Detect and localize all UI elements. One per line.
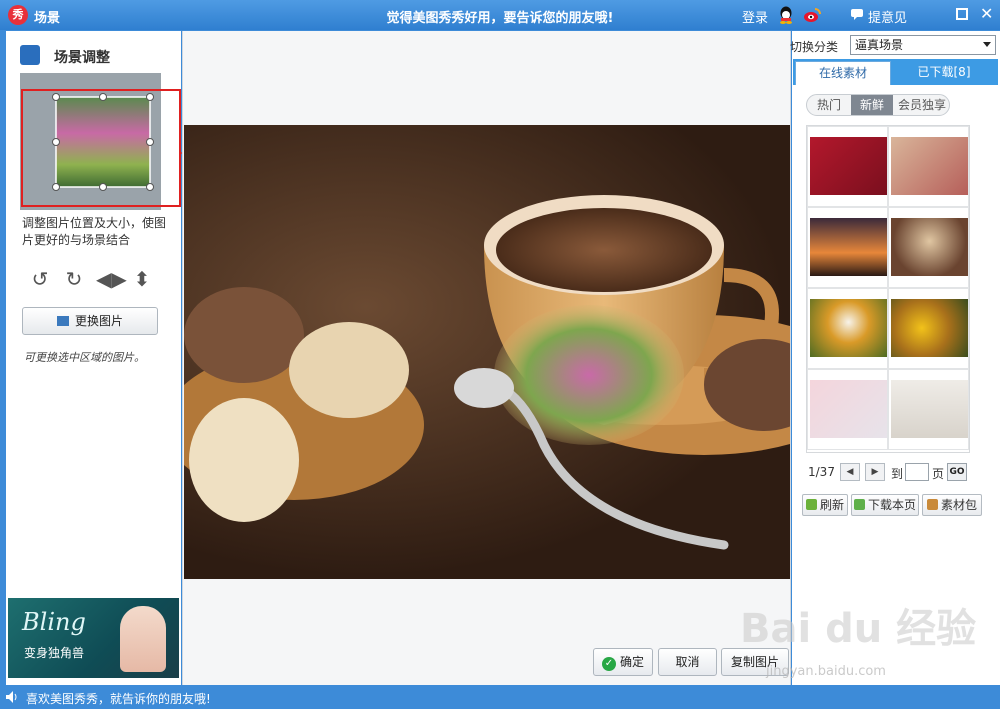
tab-online-materials[interactable]: 在线素材 bbox=[795, 61, 891, 85]
download-icon bbox=[853, 499, 865, 510]
image-icon bbox=[56, 316, 69, 326]
refresh-label: 刷新 bbox=[819, 498, 844, 512]
subtab-hot[interactable]: 热门 bbox=[807, 95, 851, 115]
feedback-link[interactable]: 提意见 bbox=[868, 7, 907, 26]
package-icon bbox=[926, 499, 938, 510]
material-pack-label: 素材包 bbox=[940, 498, 977, 512]
material-thumb[interactable] bbox=[807, 369, 888, 450]
download-page-label: 下载本页 bbox=[867, 498, 916, 512]
material-tabs: 在线素材 已下载[8] bbox=[793, 59, 998, 85]
status-bar: 喜欢美图秀秀，就告诉你的朋友哦! bbox=[0, 686, 1000, 709]
page-to-label: 到 bbox=[891, 467, 904, 481]
ad-title: Bling bbox=[22, 608, 86, 636]
qq-icon[interactable] bbox=[778, 6, 794, 24]
ok-label: 确定 bbox=[619, 655, 644, 669]
page-input[interactable] bbox=[905, 463, 929, 481]
watermark-brand: Bai du 经验 bbox=[740, 606, 977, 652]
title-bar: 秀 场景 觉得美图秀秀好用，要告诉您的朋友哦! 登录 提意见 ✕ bbox=[0, 0, 1000, 30]
sub-tabs: 热门 新鲜 会员独享 bbox=[806, 94, 950, 116]
change-photo-button[interactable]: 更换图片 bbox=[22, 307, 158, 335]
scene-adjust-panel: 场景调整 调整图片位置及大小，使图片更好的与场景结合 ↺ ↻ ◀▶ ⬍ 更换图片 bbox=[6, 31, 181, 685]
download-page-button[interactable]: 下载本页 bbox=[851, 494, 919, 516]
flip-vertical-icon[interactable]: ⬍ bbox=[130, 267, 154, 291]
material-grid bbox=[806, 125, 970, 453]
rotate-right-icon[interactable]: ↻ bbox=[62, 267, 86, 291]
rotate-left-icon[interactable]: ↺ bbox=[28, 267, 52, 291]
material-thumb[interactable] bbox=[888, 369, 969, 450]
material-pack-button[interactable]: 素材包 bbox=[922, 494, 982, 516]
flip-horizontal-icon[interactable]: ◀▶ bbox=[96, 267, 127, 291]
cancel-button[interactable]: 取消 bbox=[658, 648, 717, 676]
panel-title: 场景调整 bbox=[54, 50, 110, 66]
tab-downloaded[interactable]: 已下载[8] bbox=[893, 61, 995, 85]
window-title: 场景 bbox=[34, 11, 61, 26]
material-thumb[interactable] bbox=[807, 288, 888, 369]
adjust-hint: 调整图片位置及大小，使图片更好的与场景结合 bbox=[22, 216, 167, 247]
status-text: 喜欢美图秀秀，就告诉你的朋友哦! bbox=[26, 692, 211, 706]
refresh-icon bbox=[805, 499, 817, 510]
subtab-new[interactable]: 新鲜 bbox=[851, 95, 893, 115]
material-thumb[interactable] bbox=[807, 207, 888, 288]
category-value: 逼真场景 bbox=[855, 38, 904, 52]
chevron-down-icon bbox=[983, 42, 991, 47]
scene-adjust-icon bbox=[20, 45, 40, 65]
change-note: 可更换选中区域的图片。 bbox=[24, 351, 145, 364]
coffee-scene-image bbox=[164, 195, 864, 550]
chat-icon[interactable] bbox=[851, 9, 863, 20]
change-photo-label: 更换图片 bbox=[74, 314, 123, 328]
main-canvas-area: ✓ 确定 取消 复制图片 bbox=[164, 31, 864, 685]
category-label: 切换分类 bbox=[790, 40, 839, 54]
ad-subtitle: 变身独角兽 bbox=[24, 646, 85, 660]
go-button[interactable]: GO bbox=[947, 463, 967, 481]
ad-banner[interactable]: Bling 变身独角兽 bbox=[8, 598, 179, 678]
material-thumb[interactable] bbox=[888, 126, 969, 207]
page-label: 页 bbox=[932, 467, 945, 481]
subtab-vip[interactable]: 会员独享 bbox=[893, 95, 949, 115]
app-logo: 秀 bbox=[8, 5, 28, 25]
material-panel: 切换分类 逼真场景 在线素材 已下载[8] 热门 新鲜 会员独享 1/37 ◀ … bbox=[790, 31, 1000, 685]
highlight-box bbox=[21, 89, 181, 207]
title-slogan: 觉得美图秀秀好用，要告诉您的朋友哦! bbox=[386, 11, 614, 26]
prev-page-button[interactable]: ◀ bbox=[840, 463, 860, 481]
ad-portrait bbox=[120, 606, 166, 672]
scene-preview[interactable] bbox=[164, 125, 864, 579]
material-thumb[interactable] bbox=[888, 207, 969, 288]
page-indicator: 1/37 bbox=[808, 465, 835, 479]
material-thumb[interactable] bbox=[888, 288, 969, 369]
maximize-icon[interactable] bbox=[956, 8, 968, 20]
watermark-url: jingyan.baidu.com bbox=[766, 664, 886, 679]
material-thumb[interactable] bbox=[807, 126, 888, 207]
check-icon: ✓ bbox=[601, 657, 616, 671]
refresh-button[interactable]: 刷新 bbox=[802, 494, 848, 516]
ok-button[interactable]: ✓ 确定 bbox=[593, 648, 653, 676]
weibo-icon[interactable] bbox=[803, 6, 821, 24]
category-select[interactable]: 逼真场景 bbox=[850, 35, 996, 55]
speaker-icon bbox=[6, 691, 17, 703]
login-link[interactable]: 登录 bbox=[742, 7, 768, 26]
next-page-button[interactable]: ▶ bbox=[865, 463, 885, 481]
app-window: 秀 场景 觉得美图秀秀好用，要告诉您的朋友哦! 登录 提意见 ✕ 场景调整 调整… bbox=[0, 0, 1000, 709]
close-icon[interactable]: ✕ bbox=[980, 5, 993, 23]
